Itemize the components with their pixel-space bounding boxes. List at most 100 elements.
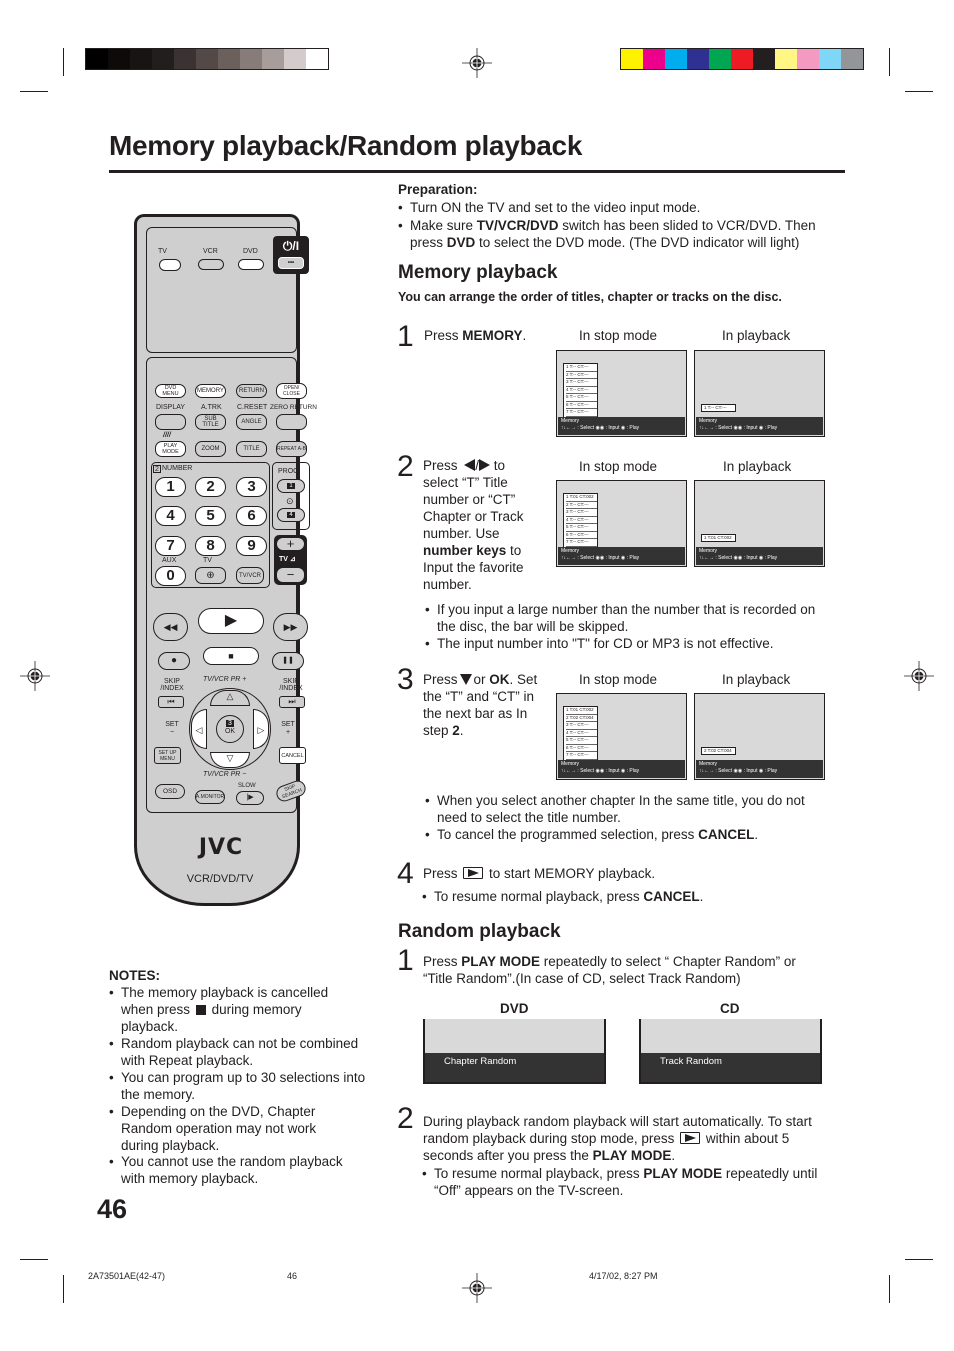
bullet-text: . [754,827,759,842]
grayscale-swatch-bar [85,48,329,70]
dvd-label: DVD [500,1001,529,1016]
zero-return-button [276,414,307,430]
registration-mark-right-icon [904,661,934,691]
record-button: ● [158,652,190,670]
grayscale-swatch [86,49,108,69]
play-mode-marks: //// [163,432,171,439]
color-swatch [797,49,819,69]
bullet-text: To resume normal playback, press [434,889,644,904]
memory-intro: You can arrange the order of titles, cha… [398,290,782,304]
step-bold: PLAY MODE [592,1148,672,1163]
prog-button-4: 4 [277,508,305,522]
memory-list-row: 2 T:02 CT:004 [566,715,597,722]
grayscale-swatch [130,49,152,69]
tv-screen-step3-play: 2 T:02 CT:004 Memory ↑↓←→ : Select ◉◉ : I… [694,693,825,780]
play-button: ▶ [198,608,264,634]
crop-mark-bl-h [20,1259,48,1260]
preparation-item: Make sure TV/VCR/DVD switch has been sli… [398,217,842,251]
osd-button: OSD [155,784,185,799]
skip-prev-button: ⏮ [158,696,184,708]
step-bold: PLAY MODE [461,954,541,969]
memory-list-row: 1 T:01 CT:002 [566,707,597,715]
step-number: 1 [397,320,414,353]
memory-list-row: 4 T:-- CT:--- [566,730,597,737]
play-icon [463,867,484,879]
dvd-button [238,259,264,270]
dvd-menu-button: DVD MENU [155,384,186,398]
in-playback-label: In playback [722,328,791,343]
open-close-button: OPEN/ CLOSE [276,383,307,399]
memory-list-row: 7 T:-- CT:--- [566,539,597,547]
memory-list-row: 2 T:-- CT:--- [566,372,597,379]
memory-list-row: 5 T:-- CT:--- [566,394,597,402]
footer-timestamp: 4/17/02, 8:27 PM [589,1271,658,1281]
tv-screen-step1-play: 1 T:-- CT:--- Memory ↑↓←→ : Select ◉◉ : I… [694,350,825,437]
tv-slide-switch [159,259,181,271]
tv-screen-step1-stop: 1 T:-- CT:--- 2 T:-- CT:--- 3 T:-- CT:--- 4… [556,350,687,437]
stop-mode-label: In stop mode [579,328,658,343]
grayscale-swatch [174,49,196,69]
angle-button: ANGLE [236,414,267,430]
step-4-text: Press to start MEMORY playback. [423,865,655,882]
memory-list: 1 T:01 CT:002 2 T:-- CT:--- 3 T:-- CT:--- 4… [563,493,598,548]
tv-screen-cd-random: Track Random [639,1019,822,1084]
random-osd-bar: Track Random [641,1053,820,1082]
stop-mode-label: In stop mode [579,459,658,474]
memory-list-row: 5 T:-- CT:--- [566,737,597,745]
step-2-bullet: If you input a large number than the num… [425,601,832,635]
color-swatch [841,49,863,69]
registration-mark-top-icon [462,48,492,78]
osd-title: Memory [561,761,580,767]
random-osd-bar: Chapter Random [425,1053,604,1082]
random-step-2-text: During playback random playback will sta… [423,1113,833,1164]
tv-source-label: TV [158,248,167,255]
creset-label: C.RESET [237,404,268,411]
osd-hint: ↑↓←→ : Select ◉◉ : Input ◉ : Play [561,768,640,774]
bullet-bold: PLAY MODE [643,1166,723,1181]
step-bold: OK [489,672,510,687]
step-number: 2 [397,450,414,483]
number-key-4: 4 [155,506,186,526]
grayscale-swatch [196,49,218,69]
step-text: or [473,672,490,687]
step-2-bullet: The input number into "T" for CD or MP3 … [425,635,832,652]
memory-list: 1 T:-- CT:--- 2 T:-- CT:--- 3 T:-- CT:--- 4… [563,363,598,418]
repeat-ab-button: REPEAT A-B [276,441,307,457]
color-swatch [621,49,643,69]
number-key-3: 3 [236,477,267,497]
preparation-heading: Preparation: [398,182,478,197]
stop-icon: ■ [228,651,234,661]
zero-return-label: ZERO RETURN [270,404,317,411]
random-step-1-text: Press PLAY MODE repeatedly to select “ C… [423,953,828,987]
crop-mark-tr-h [905,91,933,92]
color-swatch [687,49,709,69]
rewind-button: ◀◀ [153,613,188,641]
registration-mark-bottom-icon [462,1273,492,1303]
step-2-text: Press / to select “T” Title number or “C… [423,457,541,593]
ok-step-badge: 3 [226,720,234,727]
power-button: ⏻/I ••• [273,236,309,274]
display-label: DISPLAY [156,404,186,411]
number-key-6: 6 [236,506,267,526]
remote-model-label: VCR/DVD/TV [186,873,254,885]
step-3-bullet: When you select another chapter In the s… [425,792,827,826]
memory-button: MEMORY [195,384,226,398]
prog-label: PROG. [278,468,301,475]
play-icon [680,1132,701,1144]
number-label: NUMBER [162,465,193,472]
subtitle-button: SUB TITLE [195,414,226,430]
tv-input-label: TV [203,557,212,564]
memory-osd-bar: Memory ↑↓←→ : Select ◉◉ : Input ◉ : Play [696,760,823,778]
memory-osd-bar: Memory ↑↓←→ : Select ◉◉ : Input ◉ : Play [696,417,823,435]
tv-screen-step2-play: 1 T:01 CT:002 Memory ↑↓←→ : Select ◉◉ : I… [694,480,825,567]
fast-forward-icon: ▶▶ [283,622,298,632]
set-plus-label: SET + [281,721,295,736]
step-number: 1 [397,944,414,977]
note-item: Depending on the DVD, Chapter Random ope… [109,1103,341,1154]
dvd-source-label: DVD [243,248,258,255]
pause-button: ❚❚ [272,652,304,670]
pause-icon: ❚❚ [282,657,294,664]
skip-index-left-label: SKIP /INDEX [160,678,184,692]
bullet-text: To resume normal playback, press [434,1166,644,1181]
step-text: to start MEMORY playback. [485,866,656,881]
